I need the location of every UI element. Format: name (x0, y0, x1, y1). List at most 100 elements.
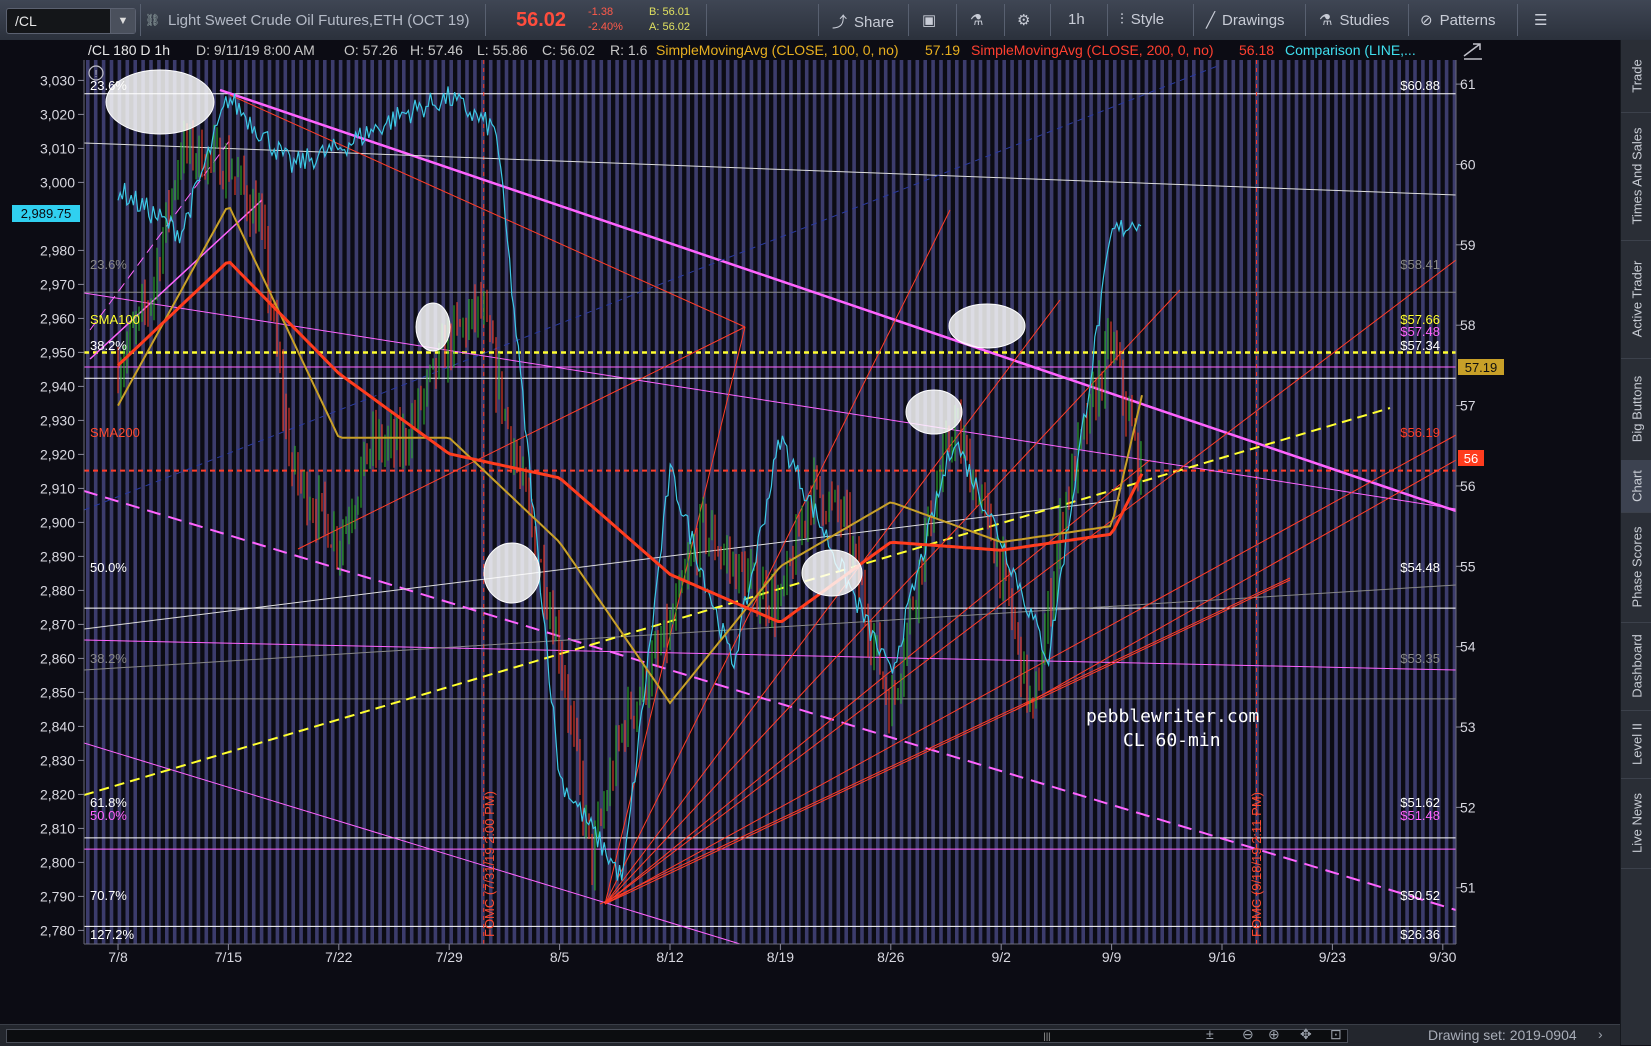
session-stripe (496, 60, 501, 944)
session-stripe (449, 60, 453, 944)
side-tab-phase-scores[interactable]: Phase Scores (1621, 512, 1651, 623)
side-tab-chart[interactable]: Chart (1621, 460, 1651, 513)
session-stripe (710, 60, 714, 944)
price-chart[interactable]: 3,030 3,020 3,010 3,000 2,980 2,970 2,960 2,950… (0, 40, 1620, 1024)
session-stripe (1318, 60, 1322, 944)
info-high: H: 57.46 (410, 42, 463, 58)
settings-button[interactable]: ⚙ (1017, 11, 1037, 29)
menu-icon: ☰ (1534, 12, 1548, 29)
session-stripe (994, 60, 999, 944)
session-stripe (1286, 60, 1291, 944)
session-stripe (346, 60, 351, 944)
session-stripe (812, 60, 817, 944)
timeframe-button[interactable]: 1h (1068, 11, 1085, 28)
side-tab-label: Live News (1629, 793, 1644, 853)
left-axis-tick: 3,020 (40, 106, 75, 122)
percent-change: -2.40% (588, 21, 623, 33)
style-button[interactable]: ⫶ Style (1120, 11, 1164, 28)
chart-snapshot-button[interactable]: ▣ (922, 11, 943, 29)
side-tab-level-ii[interactable]: Level II (1621, 710, 1651, 779)
x-axis-tick: 9/16 (1208, 949, 1235, 965)
side-tab-big-buttons[interactable]: Big Buttons (1621, 358, 1651, 461)
session-stripe (931, 60, 935, 944)
session-stripe (1231, 60, 1236, 944)
pan-icon[interactable]: ✥ (1300, 1026, 1312, 1043)
session-stripe (1192, 60, 1196, 944)
link-icon[interactable]: ⛓ (145, 13, 160, 27)
side-tab-label: Phase Scores (1629, 526, 1644, 608)
info-close: C: 56.02 (542, 42, 595, 58)
menu-button[interactable]: ☰ (1534, 11, 1554, 29)
right-axis-tick: 59 (1460, 237, 1476, 253)
toolbar-divider (908, 4, 909, 36)
fib-level-label: 127.2% (90, 927, 135, 942)
session-stripe (1294, 60, 1299, 944)
studies-button[interactable]: ⚗ Studies (1319, 11, 1390, 29)
session-stripe (370, 60, 374, 944)
plus-minus-icon[interactable]: ± (1206, 1026, 1214, 1042)
left-axis-tick: 2,950 (40, 344, 75, 360)
session-stripe (378, 60, 382, 944)
session-stripe (149, 60, 153, 944)
session-stripe (694, 60, 698, 944)
symbol-input[interactable]: /CL ▼ (6, 8, 136, 34)
scroll-thumb[interactable]: ||| (1027, 1030, 1067, 1042)
chevron-right-icon[interactable]: › (1598, 1026, 1603, 1042)
fib-price-label: $60.88 (1400, 78, 1440, 93)
session-stripe (425, 60, 430, 944)
flask-button[interactable]: ⚗ (970, 11, 990, 29)
zoom-in-icon[interactable]: ⊕ (1268, 1026, 1280, 1043)
side-tab-label: Level II (1629, 723, 1644, 765)
candlestick-icon: ⫶ (1120, 11, 1124, 28)
session-stripe (757, 60, 762, 944)
fit-icon[interactable]: ⊡ (1330, 1026, 1342, 1043)
toolbar-divider (706, 4, 707, 36)
session-stripe (1239, 60, 1243, 944)
fib-price-label: $50.52 (1400, 888, 1440, 903)
chevron-down-icon[interactable]: ▼ (110, 9, 135, 33)
info-low: L: 55.86 (477, 42, 528, 58)
side-tab-live-news[interactable]: Live News (1621, 778, 1651, 869)
side-tab-dashboard[interactable]: Dashboard (1621, 622, 1651, 711)
share-button[interactable]: ⤴ Share (832, 11, 894, 32)
info-range: R: 1.6 (610, 42, 648, 58)
chart-area[interactable]: 3,030 3,020 3,010 3,000 2,980 2,970 2,960 2,950… (0, 40, 1620, 1024)
session-stripe (1271, 60, 1275, 944)
side-tab-label: Dashboard (1629, 634, 1644, 698)
patterns-label: Patterns (1439, 12, 1496, 29)
side-tab-label: Active Trader (1629, 260, 1644, 338)
zoom-out-icon[interactable]: ⊖ (1242, 1026, 1254, 1043)
toolbar-divider (1193, 4, 1194, 36)
flask-icon: ⚗ (970, 12, 984, 29)
fib-price-label: $26.36 (1400, 927, 1440, 942)
side-tab-trade[interactable]: Trade (1621, 40, 1651, 113)
left-axis-tick: 2,830 (40, 752, 75, 768)
session-stripe (741, 60, 746, 944)
fib-level-label: 38.2% (90, 651, 127, 666)
right-axis-tick: 51 (1460, 880, 1476, 896)
fomc-july-label: FOMC (7/31/19 2:00 PM) (482, 791, 497, 937)
left-axis-tick: 2,780 (40, 922, 75, 938)
session-stripe (180, 60, 185, 944)
side-tab-times-and-sales[interactable]: Times And Sales (1621, 112, 1651, 241)
drawing-set-label[interactable]: Drawing set: 2019-0904 (1428, 1027, 1577, 1043)
session-stripe (433, 60, 438, 944)
session-stripe (749, 60, 754, 944)
info-sma100-value: 57.19 (925, 42, 960, 58)
session-stripe (955, 60, 959, 944)
side-tab-active-trader[interactable]: Active Trader (1621, 240, 1651, 359)
right-axis-tick: 58 (1460, 317, 1476, 333)
session-stripe (1002, 60, 1006, 944)
session-stripe (1152, 60, 1157, 944)
drawings-button[interactable]: ╱ Drawings (1206, 11, 1285, 29)
session-stripe (883, 60, 888, 944)
session-stripe (1113, 60, 1117, 944)
horizontal-scrollbar[interactable]: ||| (6, 1029, 1348, 1043)
session-stripe (1357, 60, 1362, 944)
session-stripe (394, 60, 398, 944)
session-stripe (654, 60, 659, 944)
toolbar-divider (1517, 4, 1518, 36)
x-axis-tick: 9/30 (1429, 949, 1456, 965)
session-stripe (141, 60, 145, 944)
patterns-button[interactable]: ⊘ Patterns (1420, 11, 1495, 29)
